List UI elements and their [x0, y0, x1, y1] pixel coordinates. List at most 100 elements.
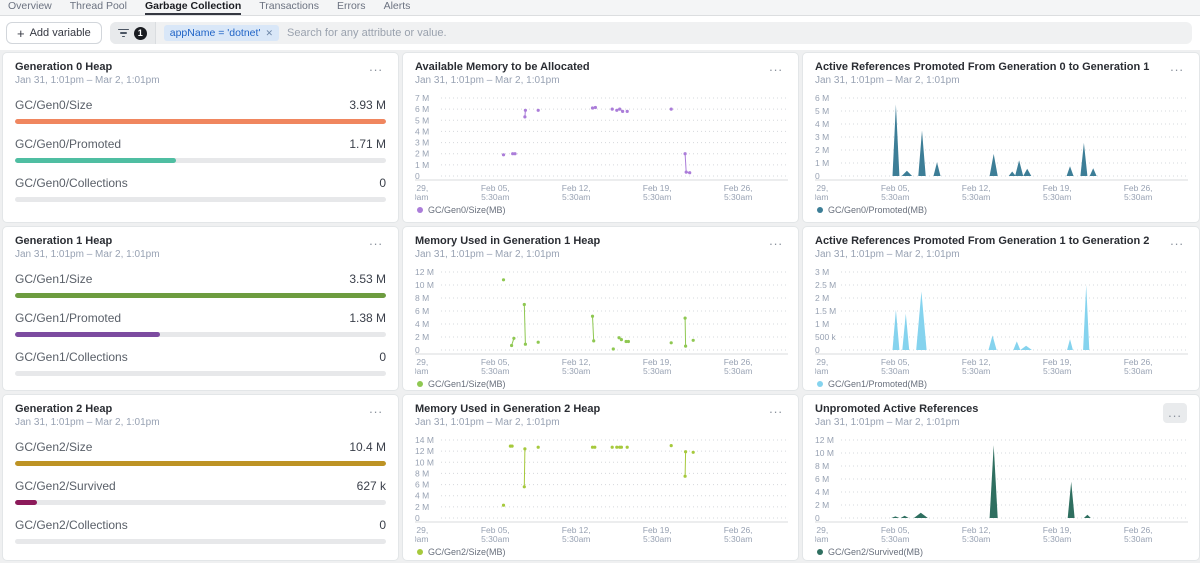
panel-daterange: Jan 31, 1:01pm – Mar 2, 1:01pm — [415, 75, 590, 86]
svg-text:5:30am: 5:30am — [415, 534, 428, 544]
panel-daterange: Jan 31, 1:01pm – Mar 2, 1:01pm — [815, 417, 978, 428]
metric-label: GC/Gen2/Size — [15, 440, 92, 454]
svg-text:4 M: 4 M — [415, 126, 429, 136]
svg-text:1 M: 1 M — [815, 158, 829, 168]
metric-value: 1.38 M — [349, 311, 386, 325]
panel-menu-button[interactable]: ... — [366, 235, 386, 247]
metric-label: GC/Gen1/Promoted — [15, 311, 121, 325]
filter-count-badge: 1 — [134, 27, 147, 40]
tab-bar: Overview Thread Pool Garbage Collection … — [0, 0, 1200, 16]
panel-daterange: Jan 31, 1:01pm – Mar 2, 1:01pm — [15, 417, 160, 428]
legend-dot — [417, 381, 423, 387]
svg-text:5:30am: 5:30am — [1124, 192, 1152, 202]
chart-legend: GC/Gen0/Size(MB) — [415, 205, 786, 215]
metric-bar — [15, 158, 386, 163]
panel-menu-button[interactable]: ... — [1167, 61, 1187, 73]
svg-text:5:30am: 5:30am — [415, 192, 428, 202]
svg-text:6 M: 6 M — [415, 104, 429, 114]
svg-text:1.5 M: 1.5 M — [815, 306, 836, 316]
tab-overview[interactable]: Overview — [8, 0, 52, 15]
tab-transactions[interactable]: Transactions — [259, 0, 319, 15]
svg-text:5:30am: 5:30am — [1043, 534, 1071, 544]
panel-title: Memory Used in Generation 2 Heap — [415, 403, 600, 415]
panel-menu-button[interactable]: ... — [766, 61, 786, 73]
panel-refs-gen1-to-gen2: Active References Promoted From Generati… — [802, 226, 1200, 391]
svg-text:4 M: 4 M — [415, 319, 429, 329]
tab-thread-pool[interactable]: Thread Pool — [70, 0, 127, 15]
chart-canvas[interactable]: 12 M10 M8 M6 M4 M2 M0Jan 29,5:30amFeb 05… — [815, 432, 1188, 544]
metric-label: GC/Gen0/Promoted — [15, 137, 121, 151]
metric-value: 0 — [379, 176, 386, 190]
svg-text:6 M: 6 M — [815, 474, 829, 484]
svg-text:4 M: 4 M — [815, 487, 829, 497]
metric-row: GC/Gen2/Collections0 — [15, 518, 386, 544]
chart-canvas[interactable]: 14 M12 M10 M8 M6 M4 M2 M0Jan 29,5:30amFe… — [415, 432, 788, 544]
svg-text:5:30am: 5:30am — [881, 534, 909, 544]
metric-row: GC/Gen1/Collections0 — [15, 350, 386, 376]
panel-generation-1-heap: Generation 1 Heap Jan 31, 1:01pm – Mar 2… — [2, 226, 399, 391]
panel-menu-button[interactable]: ... — [366, 61, 386, 73]
metric-bar — [15, 500, 386, 505]
panel-menu-button[interactable]: ... — [366, 403, 386, 415]
panel-title: Generation 0 Heap — [15, 61, 160, 73]
legend-dot — [417, 549, 423, 555]
svg-text:5 M: 5 M — [415, 115, 429, 125]
svg-text:5:30am: 5:30am — [724, 192, 752, 202]
panel-menu-button[interactable]: ... — [1167, 235, 1187, 247]
svg-text:2 M: 2 M — [415, 149, 429, 159]
panel-title: Active References Promoted From Generati… — [815, 235, 1149, 247]
chip-close-icon[interactable]: ✕ — [265, 28, 273, 39]
filter-chip[interactable]: appName = 'dotnet' ✕ — [164, 25, 279, 41]
metric-list: GC/Gen0/Size3.93 M GC/Gen0/Promoted 1.71 M… — [15, 98, 386, 202]
panel-title: Unpromoted Active References — [815, 403, 978, 415]
svg-text:5:30am: 5:30am — [815, 366, 828, 376]
plus-icon: + — [17, 26, 25, 41]
chart-canvas[interactable]: 12 M10 M8 M6 M4 M2 M0Jan 29,5:30amFeb 05… — [415, 264, 788, 376]
metric-row: GC/Gen0/Size3.93 M — [15, 98, 386, 124]
chart-canvas[interactable]: 3 M2.5 M2 M1.5 M1 M500 k0Jan 29,5:30amFe… — [815, 264, 1188, 376]
search-input[interactable] — [279, 27, 1192, 39]
svg-text:6 M: 6 M — [415, 306, 429, 316]
svg-text:500 k: 500 k — [815, 332, 837, 342]
tab-errors[interactable]: Errors — [337, 0, 366, 15]
panel-daterange: Jan 31, 1:01pm – Mar 2, 1:01pm — [15, 249, 160, 260]
search-bar[interactable]: 1 appName = 'dotnet' ✕ — [110, 22, 1192, 44]
add-variable-button[interactable]: + Add variable — [6, 22, 102, 44]
legend-dot — [817, 381, 823, 387]
panel-daterange: Jan 31, 1:01pm – Mar 2, 1:01pm — [415, 249, 600, 260]
metric-label: GC/Gen1/Collections — [15, 350, 128, 364]
svg-text:5:30am: 5:30am — [481, 192, 509, 202]
metric-list: GC/Gen1/Size3.53 M GC/Gen1/Promoted 1.38 M… — [15, 272, 386, 376]
panel-refs-gen0-to-gen1: Active References Promoted From Generati… — [802, 52, 1200, 223]
chart-legend: GC/Gen2/Size(MB) — [415, 547, 786, 557]
svg-text:3 M: 3 M — [815, 132, 829, 142]
metric-label: GC/Gen0/Size — [15, 98, 92, 112]
metric-row: GC/Gen2/Size10.4 M — [15, 440, 386, 466]
tab-garbage-collection[interactable]: Garbage Collection — [145, 0, 241, 15]
panel-menu-button[interactable]: ... — [766, 403, 786, 415]
metric-value: 627 k — [357, 479, 386, 493]
metric-label: GC/Gen0/Collections — [15, 176, 128, 190]
metric-row: GC/Gen1/Size3.53 M — [15, 272, 386, 298]
metric-bar — [15, 119, 386, 124]
svg-text:2 M: 2 M — [815, 293, 829, 303]
svg-text:2.5 M: 2.5 M — [815, 280, 836, 290]
panel-generation-2-heap: Generation 2 Heap Jan 31, 1:01pm – Mar 2… — [2, 394, 399, 561]
svg-text:5:30am: 5:30am — [562, 366, 590, 376]
metric-value: 1.71 M — [349, 137, 386, 151]
svg-text:10 M: 10 M — [815, 448, 834, 458]
metric-row: GC/Gen2/Survived627 k — [15, 479, 386, 505]
svg-text:3 M: 3 M — [815, 267, 829, 277]
tab-alerts[interactable]: Alerts — [384, 0, 411, 15]
chart-canvas[interactable]: 6 M5 M4 M3 M2 M1 M0Jan 29,5:30amFeb 05,5… — [815, 90, 1188, 202]
panel-title: Available Memory to be Allocated — [415, 61, 590, 73]
panel-menu-button[interactable]: ... — [766, 235, 786, 247]
svg-text:3 M: 3 M — [415, 138, 429, 148]
legend-dot — [817, 549, 823, 555]
chart-canvas[interactable]: 7 M6 M5 M4 M3 M2 M1 M0Jan 29,5:30amFeb 0… — [415, 90, 788, 202]
panel-menu-button[interactable]: ... — [1163, 403, 1187, 423]
filter-segment[interactable]: 1 — [110, 22, 156, 44]
metric-row: GC/Gen0/Promoted 1.71 M — [15, 137, 386, 163]
svg-text:5:30am: 5:30am — [562, 534, 590, 544]
svg-text:1 M: 1 M — [415, 160, 429, 170]
